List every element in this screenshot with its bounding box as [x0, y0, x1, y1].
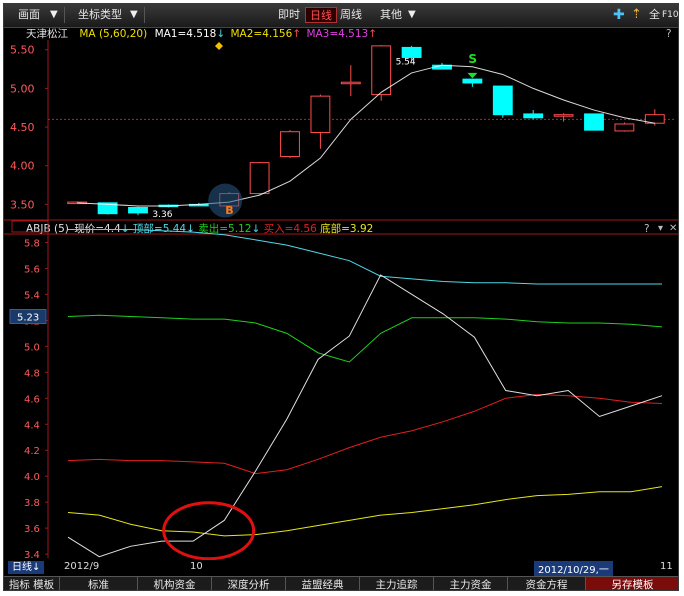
bottom-line	[67, 486, 663, 537]
current-value-text: 5.23	[17, 313, 39, 324]
price-axis-tick: 5.50	[10, 44, 35, 57]
candle-body-up	[280, 131, 300, 157]
tab-fund-equation[interactable]: 资金方程	[508, 577, 586, 590]
event-diamond-icon	[215, 42, 223, 50]
high-price-label: 5.54	[396, 58, 416, 68]
candle-body-down	[128, 206, 148, 214]
candle-body-up	[310, 95, 331, 133]
indicator-axis-tick: 5.0	[24, 342, 40, 353]
indicator-axis-tick: 3.4	[24, 550, 40, 560]
indicator-axis-tick: 3.6	[24, 524, 40, 535]
tab-standard[interactable]: 标准	[60, 577, 138, 590]
template-tab-bar: 指标 模板 标准 机构资金 深度分析 益盟经典 主力追踪 主力资金 资金方程 另…	[4, 576, 678, 590]
time-axis: 日线↓ 2012/9 10 2012/10/29,一 11	[4, 560, 678, 576]
indicator-axis-tick: 5.4	[24, 290, 40, 301]
indicator-axis-tick: 5.6	[24, 264, 40, 275]
indicator-label-box	[11, 220, 49, 233]
time-end-label: 11	[660, 561, 673, 572]
candle-body-up	[340, 81, 361, 85]
tab-save-template[interactable]: 另存模板	[586, 577, 678, 590]
tab-deep-analysis[interactable]: 深度分析	[212, 577, 286, 590]
sell-arrow-icon	[467, 72, 478, 79]
price-axis-tick: 4.00	[10, 160, 35, 173]
sell-signal-marker: S	[468, 52, 477, 66]
candle-body-down	[584, 113, 604, 131]
candle-body-up	[614, 123, 635, 132]
indicator-axis-tick: 3.8	[24, 498, 40, 509]
tab-main-funds[interactable]: 主力资金	[434, 577, 508, 590]
price-chart-canvas[interactable]: 5.505.004.504.003.50 5.85.65.45.25.04.84…	[4, 4, 679, 560]
tab-indicator-template[interactable]: 指标 模板	[4, 577, 60, 590]
time-start-label: 2012/9	[64, 561, 100, 572]
sell-line	[67, 314, 663, 363]
time-mid-label: 10	[190, 561, 203, 572]
tab-main-tracking[interactable]: 主力追踪	[360, 577, 434, 590]
down-arrow-icon: ↓	[32, 562, 41, 573]
indicator-axis-tick: 4.0	[24, 472, 40, 483]
low-price-label: 3.36	[152, 210, 172, 220]
buy-line	[67, 393, 663, 475]
period-button[interactable]: 日线↓	[8, 561, 45, 574]
buy-signal-marker: B	[225, 204, 233, 217]
candle-body-down	[492, 85, 513, 116]
candle-body-up	[249, 162, 270, 195]
candle-body-down	[462, 78, 483, 84]
top-line	[68, 229, 662, 285]
candle-body-down	[401, 46, 422, 58]
cursor-date-label: 2012/10/29,一	[534, 561, 613, 576]
candle-body-up	[553, 114, 574, 117]
price-axis-tick: 5.00	[10, 82, 35, 95]
chart-window: 画面 ▼ 坐标类型 ▼ 即时 日线 周线 其他 ▼ ✚ ⇡ 全 F10 天津松江…	[3, 3, 679, 591]
ma-line	[77, 64, 655, 207]
indicator-axis-tick: 4.2	[24, 446, 40, 457]
indicator-axis-tick: 4.4	[24, 420, 40, 431]
candle-body-up	[371, 45, 392, 96]
indicator-axis-tick: 4.6	[24, 394, 40, 405]
price-axis-tick: 3.50	[10, 198, 35, 211]
indicator-axis-tick: 5.8	[24, 238, 40, 249]
indicator-axis-tick: 4.8	[24, 368, 40, 379]
price-axis-tick: 4.50	[10, 121, 35, 134]
candle-body-down	[523, 113, 544, 119]
tab-institution-funds[interactable]: 机构资金	[138, 577, 212, 590]
tab-emoney-classic[interactable]: 益盟经典	[286, 577, 360, 590]
